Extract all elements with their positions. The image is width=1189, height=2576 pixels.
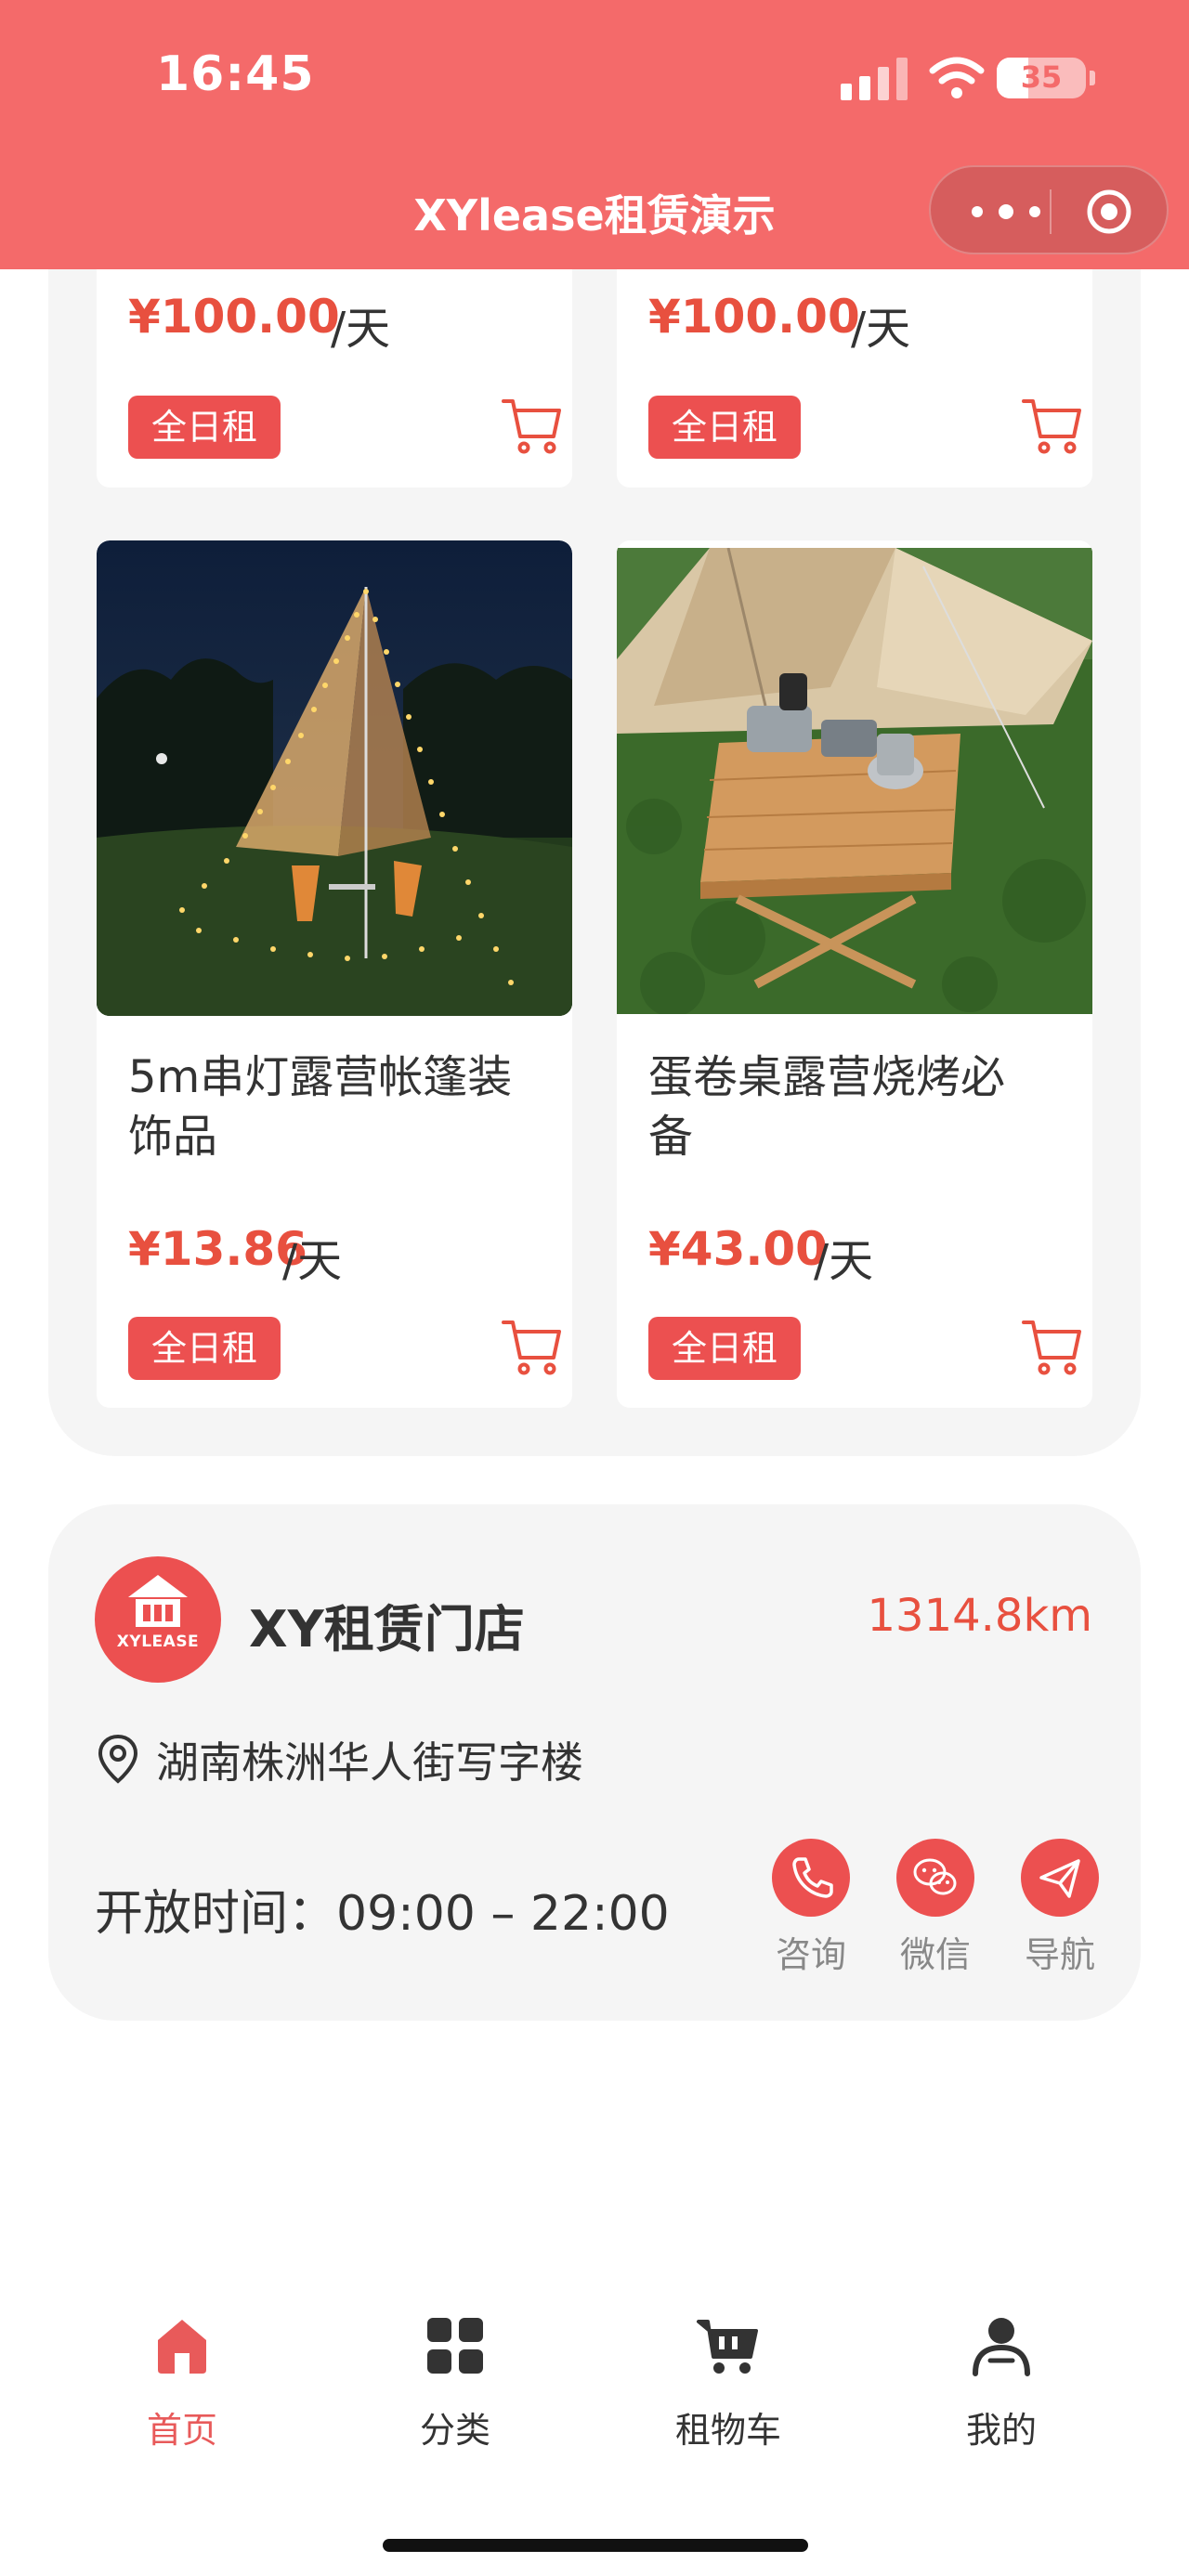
user-icon: [973, 2318, 1030, 2376]
house-logo-icon: [128, 1575, 188, 1627]
close-miniprogram-icon[interactable]: [1085, 188, 1133, 236]
navigate-button[interactable]: 导航: [1018, 1839, 1102, 1977]
product-image-string-lights-tent: [97, 540, 572, 1016]
product-grid: ¥100.00 /天 全日租 ¥100.00 /天 全日租 5m串灯露营帐篷装 …: [48, 204, 1141, 1456]
rental-type-tag: 全日租: [128, 1317, 281, 1380]
top-bar: 16:45 35 XYlease租赁演示: [0, 0, 1189, 269]
consult-button[interactable]: 咨询: [769, 1839, 853, 1977]
store-hours: 开放时间：09:00 – 22:00: [95, 1886, 670, 1942]
store-address[interactable]: 湖南株洲华人街写字楼: [156, 1729, 583, 1790]
battery-icon: 35: [997, 58, 1086, 98]
add-to-cart-icon[interactable]: [1022, 1317, 1083, 1376]
rental-type-tag: 全日租: [128, 396, 281, 459]
product-price: ¥100.00: [128, 290, 340, 344]
store-logo: XYLEASE: [95, 1556, 221, 1683]
wechat-icon: [913, 1858, 957, 1895]
more-dots-icon[interactable]: [964, 195, 1048, 228]
product-name: 蛋卷桌露营烧烤必 备: [648, 1051, 1006, 1163]
wechat-button[interactable]: 微信: [894, 1839, 977, 1977]
product-card[interactable]: 蛋卷桌露营烧烤必 备 ¥43.00 /天 全日租: [617, 540, 1092, 1408]
product-image-egg-roll-table: [617, 548, 1092, 1014]
price-unit: /天: [851, 303, 911, 355]
price-unit: /天: [282, 1235, 343, 1287]
product-name: 5m串灯露营帐篷装 饰品: [128, 1051, 513, 1163]
cart-icon: [697, 2320, 758, 2374]
wifi-icon: [929, 57, 985, 98]
tab-profile[interactable]: 我的: [908, 2312, 1094, 2452]
store-name: XY租赁门店: [249, 1600, 525, 1659]
rental-type-tag: 全日租: [648, 1317, 801, 1380]
price-unit: /天: [331, 303, 391, 355]
category-grid-icon: [427, 2318, 483, 2374]
add-to-cart-icon[interactable]: [1022, 396, 1083, 455]
tab-cart[interactable]: 租物车: [635, 2312, 821, 2452]
status-time: 16:45: [156, 46, 315, 102]
location-pin-icon: [98, 1734, 138, 1784]
price-unit: /天: [814, 1235, 874, 1287]
home-icon: [158, 2320, 206, 2374]
add-to-cart-icon[interactable]: [502, 396, 563, 455]
tab-home[interactable]: 首页: [89, 2312, 275, 2452]
home-indicator: [383, 2539, 808, 2552]
bottom-tab-bar: 首页 分类 租物车 我的: [0, 2312, 1189, 2479]
store-info-card: XYLEASE XY租赁门店 1314.8km 湖南株洲华人街写字楼 开放时间：…: [48, 1504, 1141, 2021]
rental-type-tag: 全日租: [648, 396, 801, 459]
tab-category[interactable]: 分类: [362, 2312, 548, 2452]
product-price: ¥100.00: [648, 290, 860, 344]
store-distance: 1314.8km: [867, 1590, 1092, 1642]
navigation-icon: [1039, 1859, 1080, 1898]
phone-icon: [792, 1857, 833, 1898]
product-card[interactable]: 5m串灯露营帐篷装 饰品 ¥13.86 /天 全日租: [97, 540, 572, 1408]
product-price: ¥43.00: [648, 1222, 828, 1276]
cellular-signal-icon: [841, 56, 915, 100]
product-price: ¥13.86: [128, 1222, 307, 1276]
add-to-cart-icon[interactable]: [502, 1317, 563, 1376]
mini-program-capsule[interactable]: [929, 165, 1169, 254]
